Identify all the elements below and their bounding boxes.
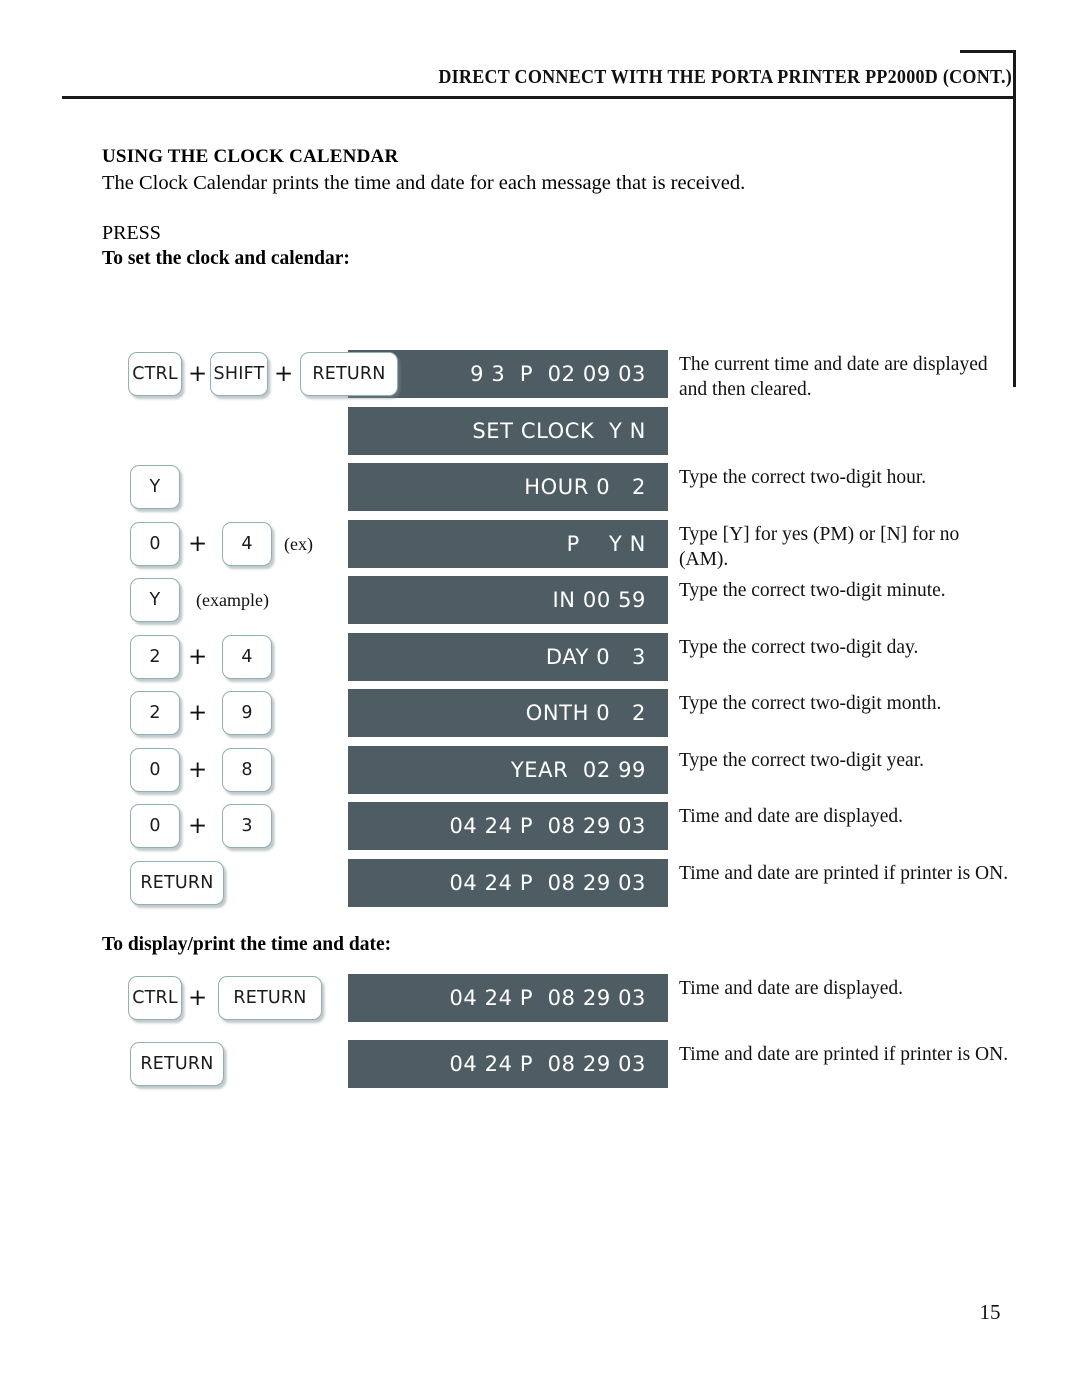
page-title: USING THE CLOCK CALENDAR [102, 146, 399, 167]
lcd-display-bar: P Y N [348, 519, 668, 568]
key-label: RETURN [140, 872, 214, 893]
row-description: Time and date are displayed. [679, 806, 904, 827]
row-description: Type [Y] for yes (PM) or [N] for no (AM)… [679, 523, 960, 570]
key-label: SHIFT [213, 364, 265, 384]
key-return[interactable]: RETURN [130, 1042, 224, 1086]
plus-separator: + [188, 813, 208, 839]
row-description: The current time and date are displayed … [679, 354, 988, 400]
header-top-rule [960, 50, 1016, 53]
key-shift[interactable]: SHIFT [210, 352, 268, 396]
subheading-set-clock: To set the clock and calendar: [102, 248, 350, 269]
lcd-display-text: DAY 0 3 [545, 644, 646, 669]
page-header-title: DIRECT CONNECT WITH THE PORTA PRINTER PP… [438, 66, 1012, 88]
key-4[interactable]: 4 [222, 634, 272, 679]
key-label: CTRL [132, 988, 178, 1008]
example-note: (ex) [284, 533, 313, 554]
plus-separator: + [188, 756, 208, 783]
plus-separator: + [188, 985, 208, 1011]
key-label: 0 [149, 533, 161, 554]
lcd-display-text: HOUR 0 2 [524, 475, 646, 499]
lcd-display-text: P Y N [566, 531, 646, 556]
key-return[interactable]: RETURN [218, 976, 322, 1020]
key-ctrl[interactable]: CTRL [128, 976, 182, 1020]
lcd-display-bar: YEAR 02 99 [348, 745, 668, 794]
lcd-display-bar: 04 24 P 08 29 03 [348, 802, 668, 850]
lcd-display-bar: ONTH 0 2 [348, 689, 668, 737]
key-y[interactable]: Y [130, 465, 180, 509]
lcd-display-text: 04 24 P 08 29 03 [449, 870, 646, 895]
key-label: CTRL [132, 364, 178, 384]
key-label: 9 [241, 703, 253, 723]
plus-separator: + [188, 700, 208, 726]
key-2[interactable]: 2 [130, 691, 180, 735]
lcd-display-bar: IN 00 59 [348, 576, 668, 624]
lcd-display-text: 04 24 P 08 29 03 [449, 814, 646, 838]
header-horizontal-rule [62, 96, 1016, 99]
lcd-display-bar: HOUR 0 2 [348, 463, 668, 511]
row-description: Time and date are printed if printer is … [679, 1044, 1009, 1065]
subheading-display-print: To display/print the time and date: [102, 934, 392, 955]
key-label: RETURN [233, 988, 307, 1008]
key-label: RETURN [140, 1054, 214, 1074]
lcd-display-bar: 04 24 P 08 29 03 [348, 1040, 668, 1088]
page-number: 15 [979, 1300, 1001, 1324]
lcd-display-text: SET CLOCK Y N [472, 418, 646, 443]
key-9[interactable]: 9 [222, 691, 272, 735]
lcd-display-text: 04 24 P 08 29 03 [449, 1052, 646, 1076]
key-y[interactable]: Y [130, 578, 180, 622]
key-2[interactable]: 2 [130, 634, 180, 679]
key-label: Y [149, 590, 161, 610]
key-label: 0 [149, 816, 161, 836]
plus-separator: + [188, 361, 208, 387]
key-label: 2 [149, 703, 161, 723]
key-label: RETURN [312, 364, 386, 384]
press-label: PRESS [102, 222, 161, 244]
row-description: Type the correct two-digit hour. [679, 467, 927, 488]
key-return[interactable]: RETURN [130, 860, 224, 905]
row-description: Type the correct two-digit day. [679, 636, 919, 658]
intro-paragraph: The Clock Calendar prints the time and d… [102, 172, 746, 194]
lcd-display-bar: 04 24 P 08 29 03 [348, 858, 668, 907]
plus-separator: + [188, 530, 208, 557]
key-label: Y [149, 477, 161, 497]
key-label: 0 [149, 759, 161, 780]
lcd-display-bar: SET CLOCK Y N [348, 406, 668, 455]
lcd-display-bar: DAY 0 3 [348, 632, 668, 681]
key-0[interactable]: 0 [130, 804, 180, 848]
row-description: Type the correct two-digit minute. [679, 580, 946, 601]
key-ctrl[interactable]: CTRL [128, 352, 182, 396]
plus-separator: + [188, 643, 208, 670]
lcd-display-text: YEAR 02 99 [510, 757, 646, 782]
key-label: 4 [241, 646, 253, 667]
lcd-display-text: 9 3 P 02 09 03 [470, 362, 646, 386]
key-return[interactable]: RETURN [300, 352, 398, 396]
row-description: Time and date are printed if printer is … [679, 862, 1009, 884]
example-note: (example) [196, 590, 269, 610]
key-4[interactable]: 4 [222, 521, 272, 566]
lcd-display-text: 04 24 P 08 29 03 [449, 986, 646, 1010]
plus-separator: + [274, 361, 294, 387]
key-label: 2 [149, 646, 161, 667]
key-0[interactable]: 0 [130, 747, 180, 792]
key-label: 8 [241, 759, 253, 780]
row-description: Type the correct two-digit month. [679, 693, 942, 714]
key-8[interactable]: 8 [222, 747, 272, 792]
lcd-display-bar: 04 24 P 08 29 03 [348, 974, 668, 1022]
lcd-display-text: IN 00 59 [552, 588, 646, 612]
header-vertical-rule [1013, 50, 1016, 387]
row-description: Time and date are displayed. [679, 978, 904, 999]
key-3[interactable]: 3 [222, 804, 272, 848]
row-description: Type the correct two-digit year. [679, 749, 924, 771]
lcd-display-text: ONTH 0 2 [525, 701, 646, 725]
key-label: 4 [241, 533, 253, 554]
key-0[interactable]: 0 [130, 521, 180, 566]
key-label: 3 [241, 816, 253, 836]
